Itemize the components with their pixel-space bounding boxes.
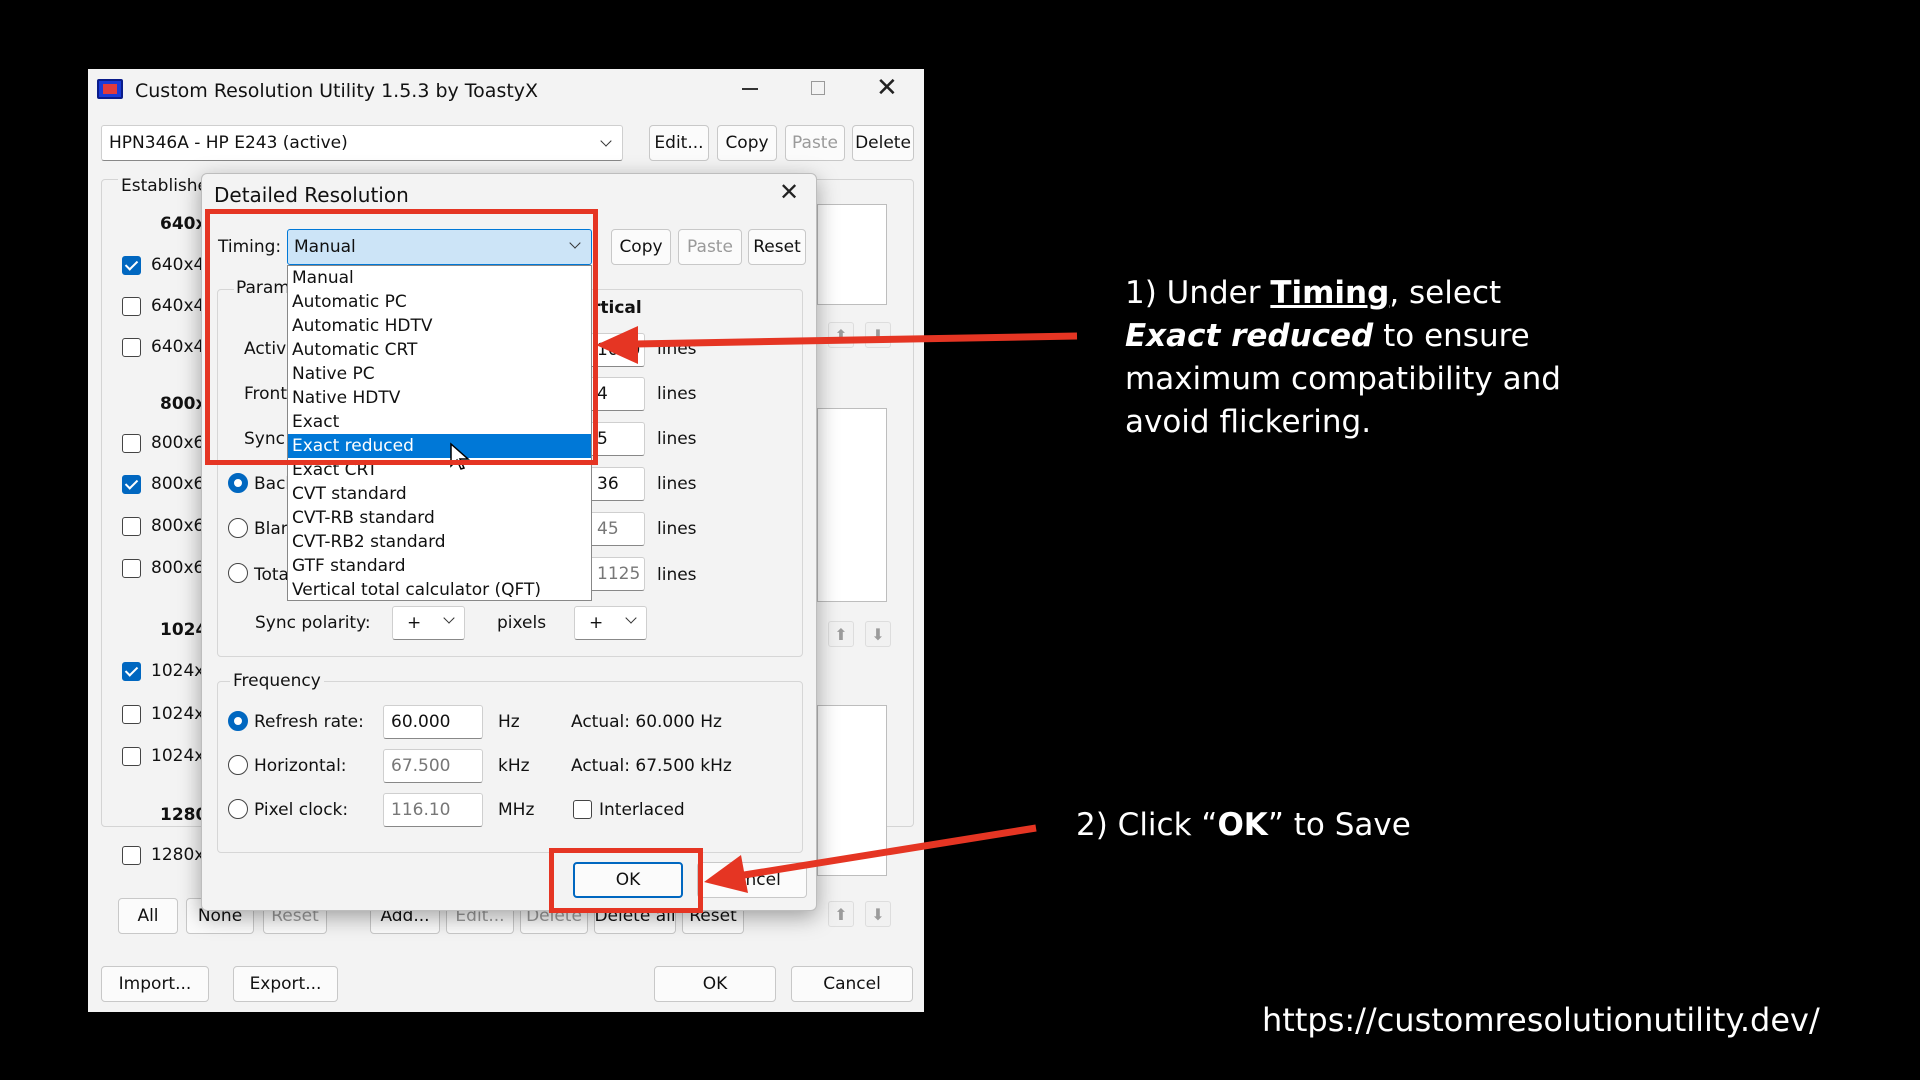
annotation-arrows	[596, 326, 1078, 893]
ok-emphasis: OK	[1217, 807, 1268, 843]
step2-instruction: 2) Click “OK” to Save	[1076, 807, 1411, 843]
step1-instruction: 1) Under Timing, select Exact reduced to…	[1125, 275, 1561, 440]
exact-reduced-emphasis: Exact reduced	[1125, 318, 1374, 354]
timing-emphasis: Timing	[1270, 275, 1390, 311]
website-url: https://customresolutionutility.dev/	[1262, 1001, 1820, 1039]
